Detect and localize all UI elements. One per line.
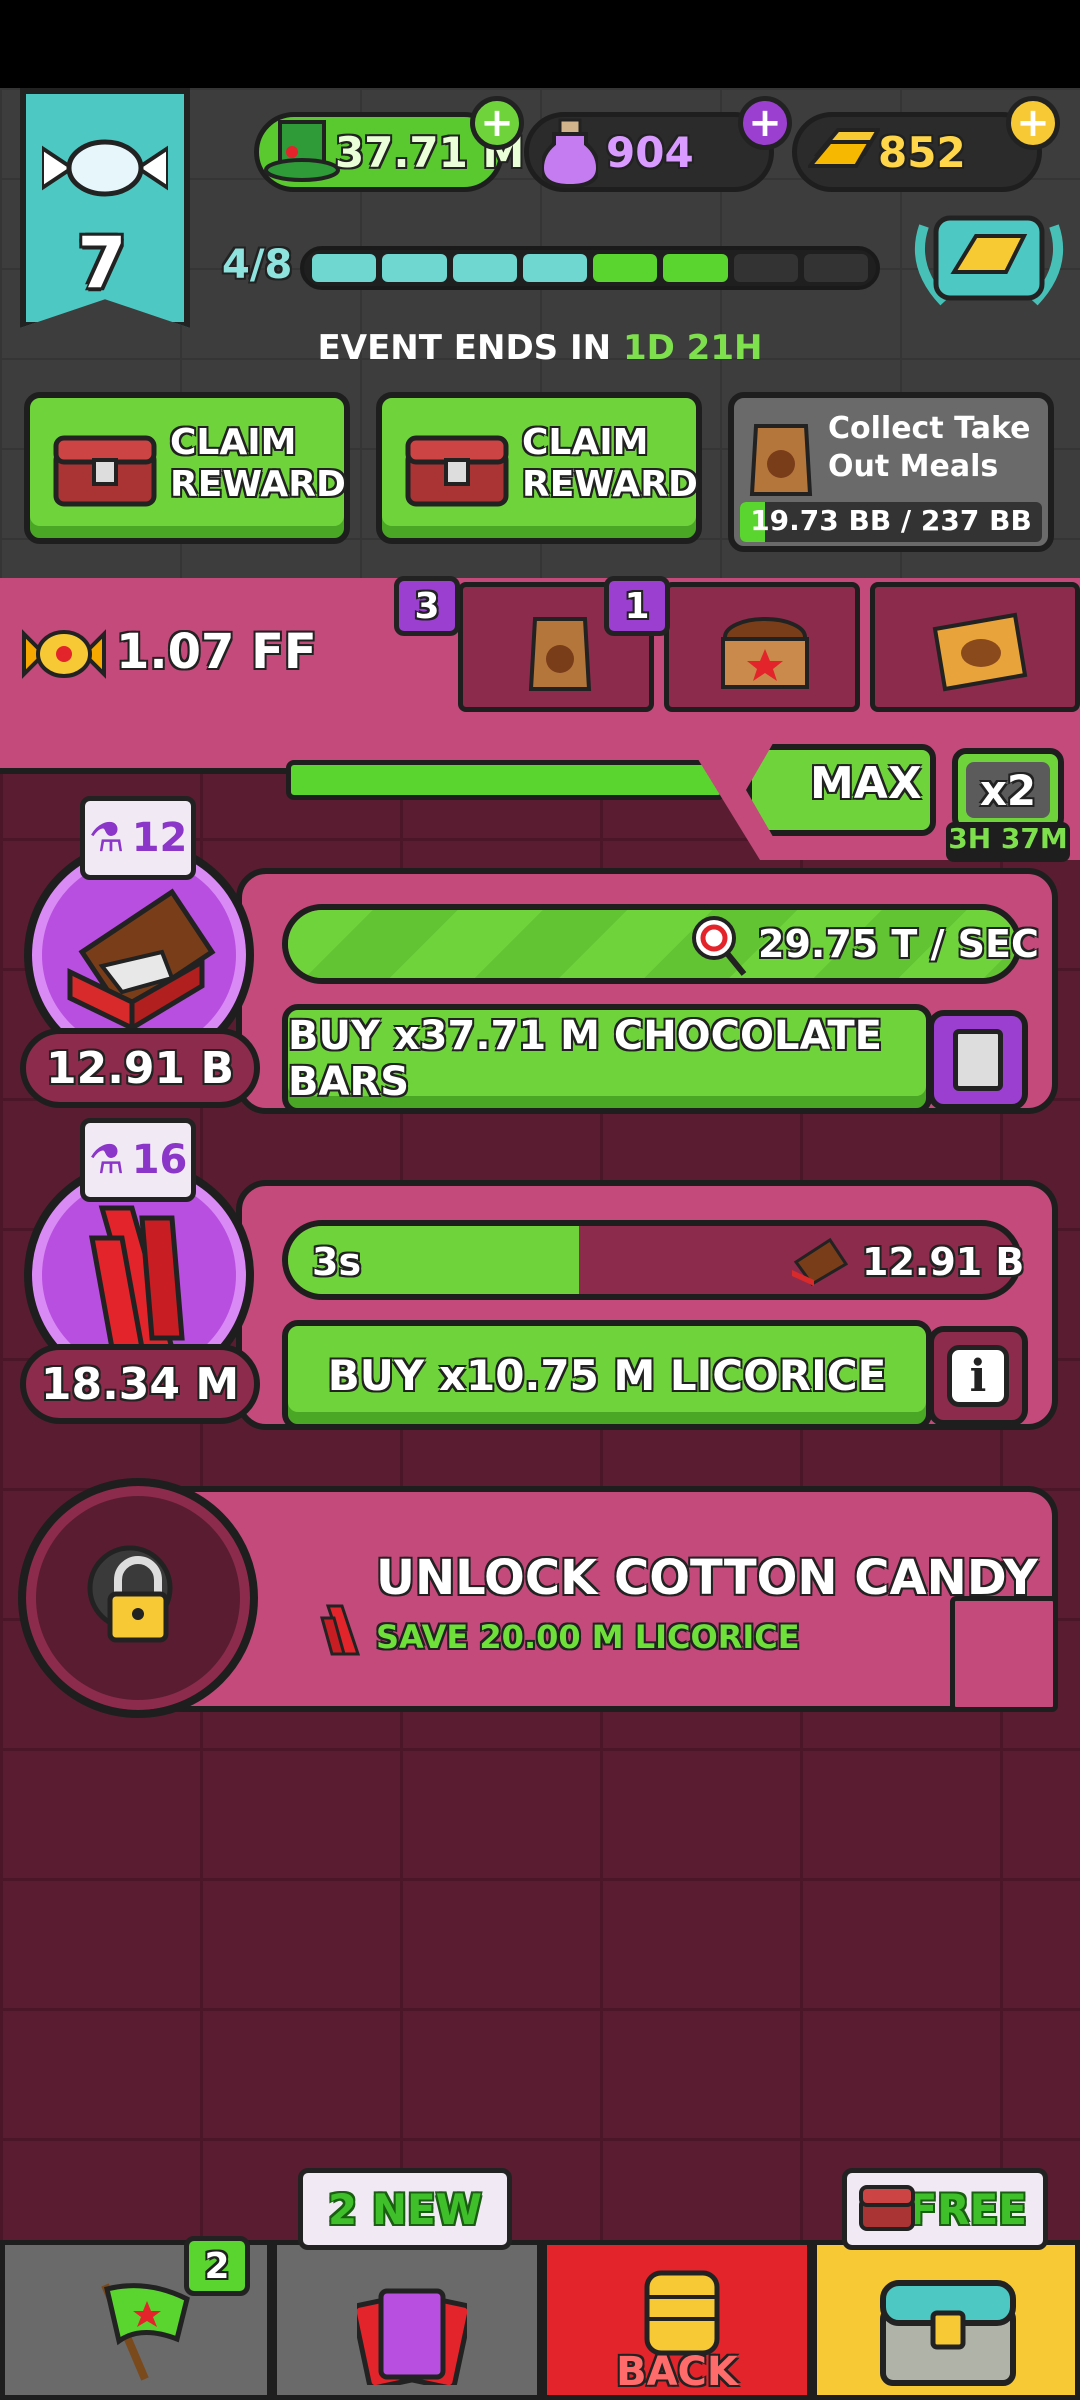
- event-time: 1D 21H: [622, 328, 763, 368]
- level-number: 7: [77, 222, 127, 304]
- candy-icon: [42, 139, 168, 197]
- tab-badge-2: 1: [604, 576, 670, 636]
- progress-segment: [312, 254, 377, 282]
- card-icon: [953, 1029, 1003, 1091]
- fist-icon: [644, 2270, 720, 2356]
- back-label: BACK: [616, 2349, 738, 2395]
- lock-icon: [87, 1545, 173, 1643]
- potion-icon: [542, 118, 598, 188]
- unlock-cost: SAVE 20.00 M LICORICE: [376, 1618, 800, 1656]
- level-progress-text: 4/8: [222, 242, 293, 288]
- licorice-icon: [89, 1205, 185, 1351]
- licorice-timer: 3s: [312, 1240, 362, 1284]
- progress-segment: [382, 254, 447, 282]
- treasure-chest-icon: [405, 435, 509, 507]
- card-corner-panel: [950, 1596, 1058, 1712]
- collect-takeout-quest[interactable]: Collect Take Out Meals 19.73 BB / 237 BB: [728, 392, 1054, 552]
- progress-segment: [663, 254, 728, 282]
- event-timer: EVENT ENDS IN 1D 21H: [0, 328, 1080, 368]
- partial-progress-strip: [286, 760, 726, 800]
- chocolate-jar-tag: ⚗ 12: [80, 796, 196, 880]
- collect-progress-bar: 19.73 BB / 237 BB: [740, 502, 1042, 542]
- claim-reward-button-2[interactable]: CLAIM REWARD: [376, 392, 702, 544]
- unlock-title: UNLOCK COTTON CANDY: [376, 1550, 1038, 1606]
- chocolate-bar-icon: [792, 1237, 849, 1286]
- potions-value: 904: [606, 128, 694, 177]
- collect-progress-text: 19.73 BB / 237 BB: [750, 504, 1032, 537]
- x2-label: x2: [966, 762, 1050, 818]
- gold-bar-icon: [808, 128, 880, 168]
- tab-badge-1: 3: [394, 576, 460, 636]
- tab-ticket[interactable]: [870, 582, 1080, 712]
- candy-currency-icon: [22, 629, 106, 679]
- collect-title-line1: Collect Take: [828, 411, 1031, 446]
- buy-chocolate-button[interactable]: BUY x37.71 M CHOCOLATE BARS: [282, 1004, 932, 1114]
- chocolate-rate: 29.75 T / SEC: [758, 922, 1039, 966]
- chocolate-card-button[interactable]: [928, 1010, 1028, 1110]
- buy-licorice-button[interactable]: BUY x10.75 M LICORICE: [282, 1320, 932, 1430]
- cards-icon: [357, 2288, 467, 2385]
- top-hat-icon: [264, 120, 340, 182]
- lollipop-icon: [692, 916, 747, 976]
- max-label: MAX: [810, 758, 922, 809]
- boost-timer: 3H 37M: [946, 822, 1070, 862]
- claim-label-line2: REWARD: [170, 464, 346, 505]
- events-badge: 2: [184, 2236, 250, 2296]
- treasure-chest-icon: [880, 2280, 1016, 2386]
- claim-label-line2: REWARD: [522, 464, 698, 505]
- chest-free-tag: FREE: [842, 2168, 1048, 2250]
- laurel-gold-icon: [914, 215, 1064, 306]
- progress-segment: [803, 254, 868, 282]
- progress-segment: [452, 254, 517, 282]
- nav-cards-button[interactable]: [272, 2240, 542, 2400]
- progress-segment: [593, 254, 658, 282]
- nav-chest-button[interactable]: [812, 2240, 1080, 2400]
- collect-title-line2: Out Meals: [828, 449, 999, 484]
- level-reward-button[interactable]: [906, 206, 1072, 316]
- licorice-icon: [320, 1604, 361, 1656]
- level-progress-bar: [300, 246, 880, 290]
- ticket-icon: [932, 612, 1028, 692]
- nav-back-button[interactable]: BACK: [542, 2240, 812, 2400]
- claim-reward-button-1[interactable]: CLAIM REWARD: [24, 392, 350, 544]
- add-potions-button[interactable]: +: [738, 96, 792, 150]
- free-label: FREE: [908, 2184, 1027, 2234]
- crate-icon: [721, 617, 809, 689]
- chocolate-owned: 12.91 B: [20, 1028, 260, 1108]
- chocolate-bar-icon: [67, 888, 216, 1032]
- tab-crate[interactable]: [664, 582, 860, 712]
- treasure-chest-icon: [859, 2185, 915, 2231]
- gold-value: 852: [878, 128, 966, 177]
- potion-icon: ⚗: [88, 815, 125, 861]
- claim-label-line1: CLAIM: [522, 422, 649, 463]
- info-icon: i: [947, 1345, 1009, 1407]
- cards-new-tag: 2 NEW: [298, 2168, 512, 2250]
- claim-label-line1: CLAIM: [170, 422, 297, 463]
- locked-producer-circle: [18, 1478, 258, 1718]
- licorice-jar-tag: ⚗ 16: [80, 1118, 196, 1202]
- potion-icon: ⚗: [88, 1137, 125, 1183]
- add-hats-button[interactable]: +: [470, 96, 524, 150]
- candy-currency-value: 1.07 FF: [116, 624, 317, 680]
- takeout-bag-icon: [749, 424, 813, 496]
- event-ends-label: EVENT ENDS IN: [317, 328, 612, 368]
- licorice-yield: 12.91 B: [862, 1240, 1025, 1284]
- add-gold-button[interactable]: +: [1006, 96, 1060, 150]
- treasure-chest-icon: [53, 435, 157, 507]
- licorice-owned: 18.34 M: [20, 1344, 260, 1424]
- licorice-jar-count: 16: [131, 1137, 188, 1183]
- licorice-info-button[interactable]: i: [928, 1326, 1028, 1426]
- progress-segment: [522, 254, 587, 282]
- progress-segment: [733, 254, 798, 282]
- chocolate-jar-count: 12: [131, 815, 188, 861]
- takeout-bag-icon: [528, 617, 592, 691]
- x2-boost-button[interactable]: x2: [952, 748, 1064, 832]
